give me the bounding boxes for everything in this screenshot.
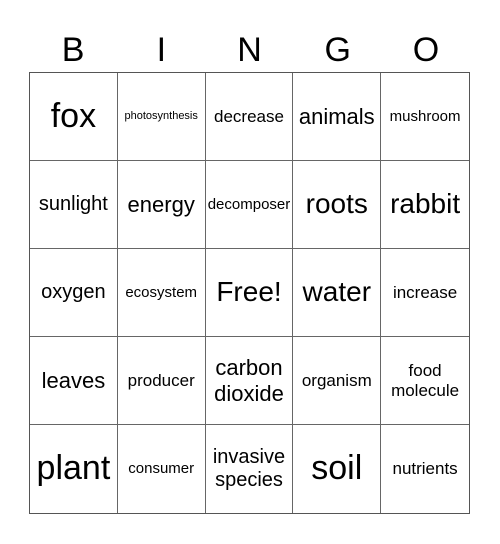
bingo-cell[interactable]: fox xyxy=(30,73,118,161)
bingo-cell[interactable]: animals xyxy=(293,73,382,161)
bingo-cell[interactable]: energy xyxy=(117,161,206,249)
bingo-cell[interactable]: oxygen xyxy=(30,249,118,337)
bingo-cell[interactable]: organism xyxy=(293,337,382,425)
header-letter-i: I xyxy=(156,31,167,69)
bingo-cell[interactable]: invasive species xyxy=(206,425,294,513)
bingo-cell[interactable]: decrease xyxy=(205,73,294,161)
bingo-free-space[interactable]: Free! xyxy=(205,249,294,337)
header-letter-g: G xyxy=(324,31,351,69)
bingo-cell[interactable]: soil xyxy=(293,425,382,513)
bingo-cell[interactable]: producer xyxy=(117,337,206,425)
bingo-cell[interactable]: carbon dioxide xyxy=(205,337,294,425)
bingo-cell[interactable]: sunlight xyxy=(30,161,118,249)
bingo-cell[interactable]: consumer xyxy=(118,425,206,513)
header-letter-b: B xyxy=(61,31,85,69)
bingo-cell[interactable]: plant xyxy=(30,425,118,513)
bingo-cell[interactable]: nutrients xyxy=(381,425,469,513)
bingo-cell[interactable]: mushroom xyxy=(381,73,469,161)
bingo-grid: fox photosynthesis decrease animals mushroom… xyxy=(29,72,470,514)
bingo-cell[interactable]: photosynthesis xyxy=(117,73,206,161)
header-letter-o: O xyxy=(412,31,440,69)
bingo-header: B I N G O xyxy=(29,28,470,72)
header-letter-n: N xyxy=(237,31,262,69)
bingo-cell[interactable]: roots xyxy=(293,161,382,249)
bingo-cell[interactable]: ecosystem xyxy=(117,249,206,337)
bingo-cell[interactable]: rabbit xyxy=(381,161,469,249)
bingo-cell[interactable]: increase xyxy=(381,249,469,337)
bingo-cell[interactable]: water xyxy=(293,249,382,337)
bingo-cell[interactable]: food molecule xyxy=(381,337,469,425)
bingo-cell[interactable]: decomposer xyxy=(205,161,294,249)
bingo-cell[interactable]: leaves xyxy=(30,337,118,425)
